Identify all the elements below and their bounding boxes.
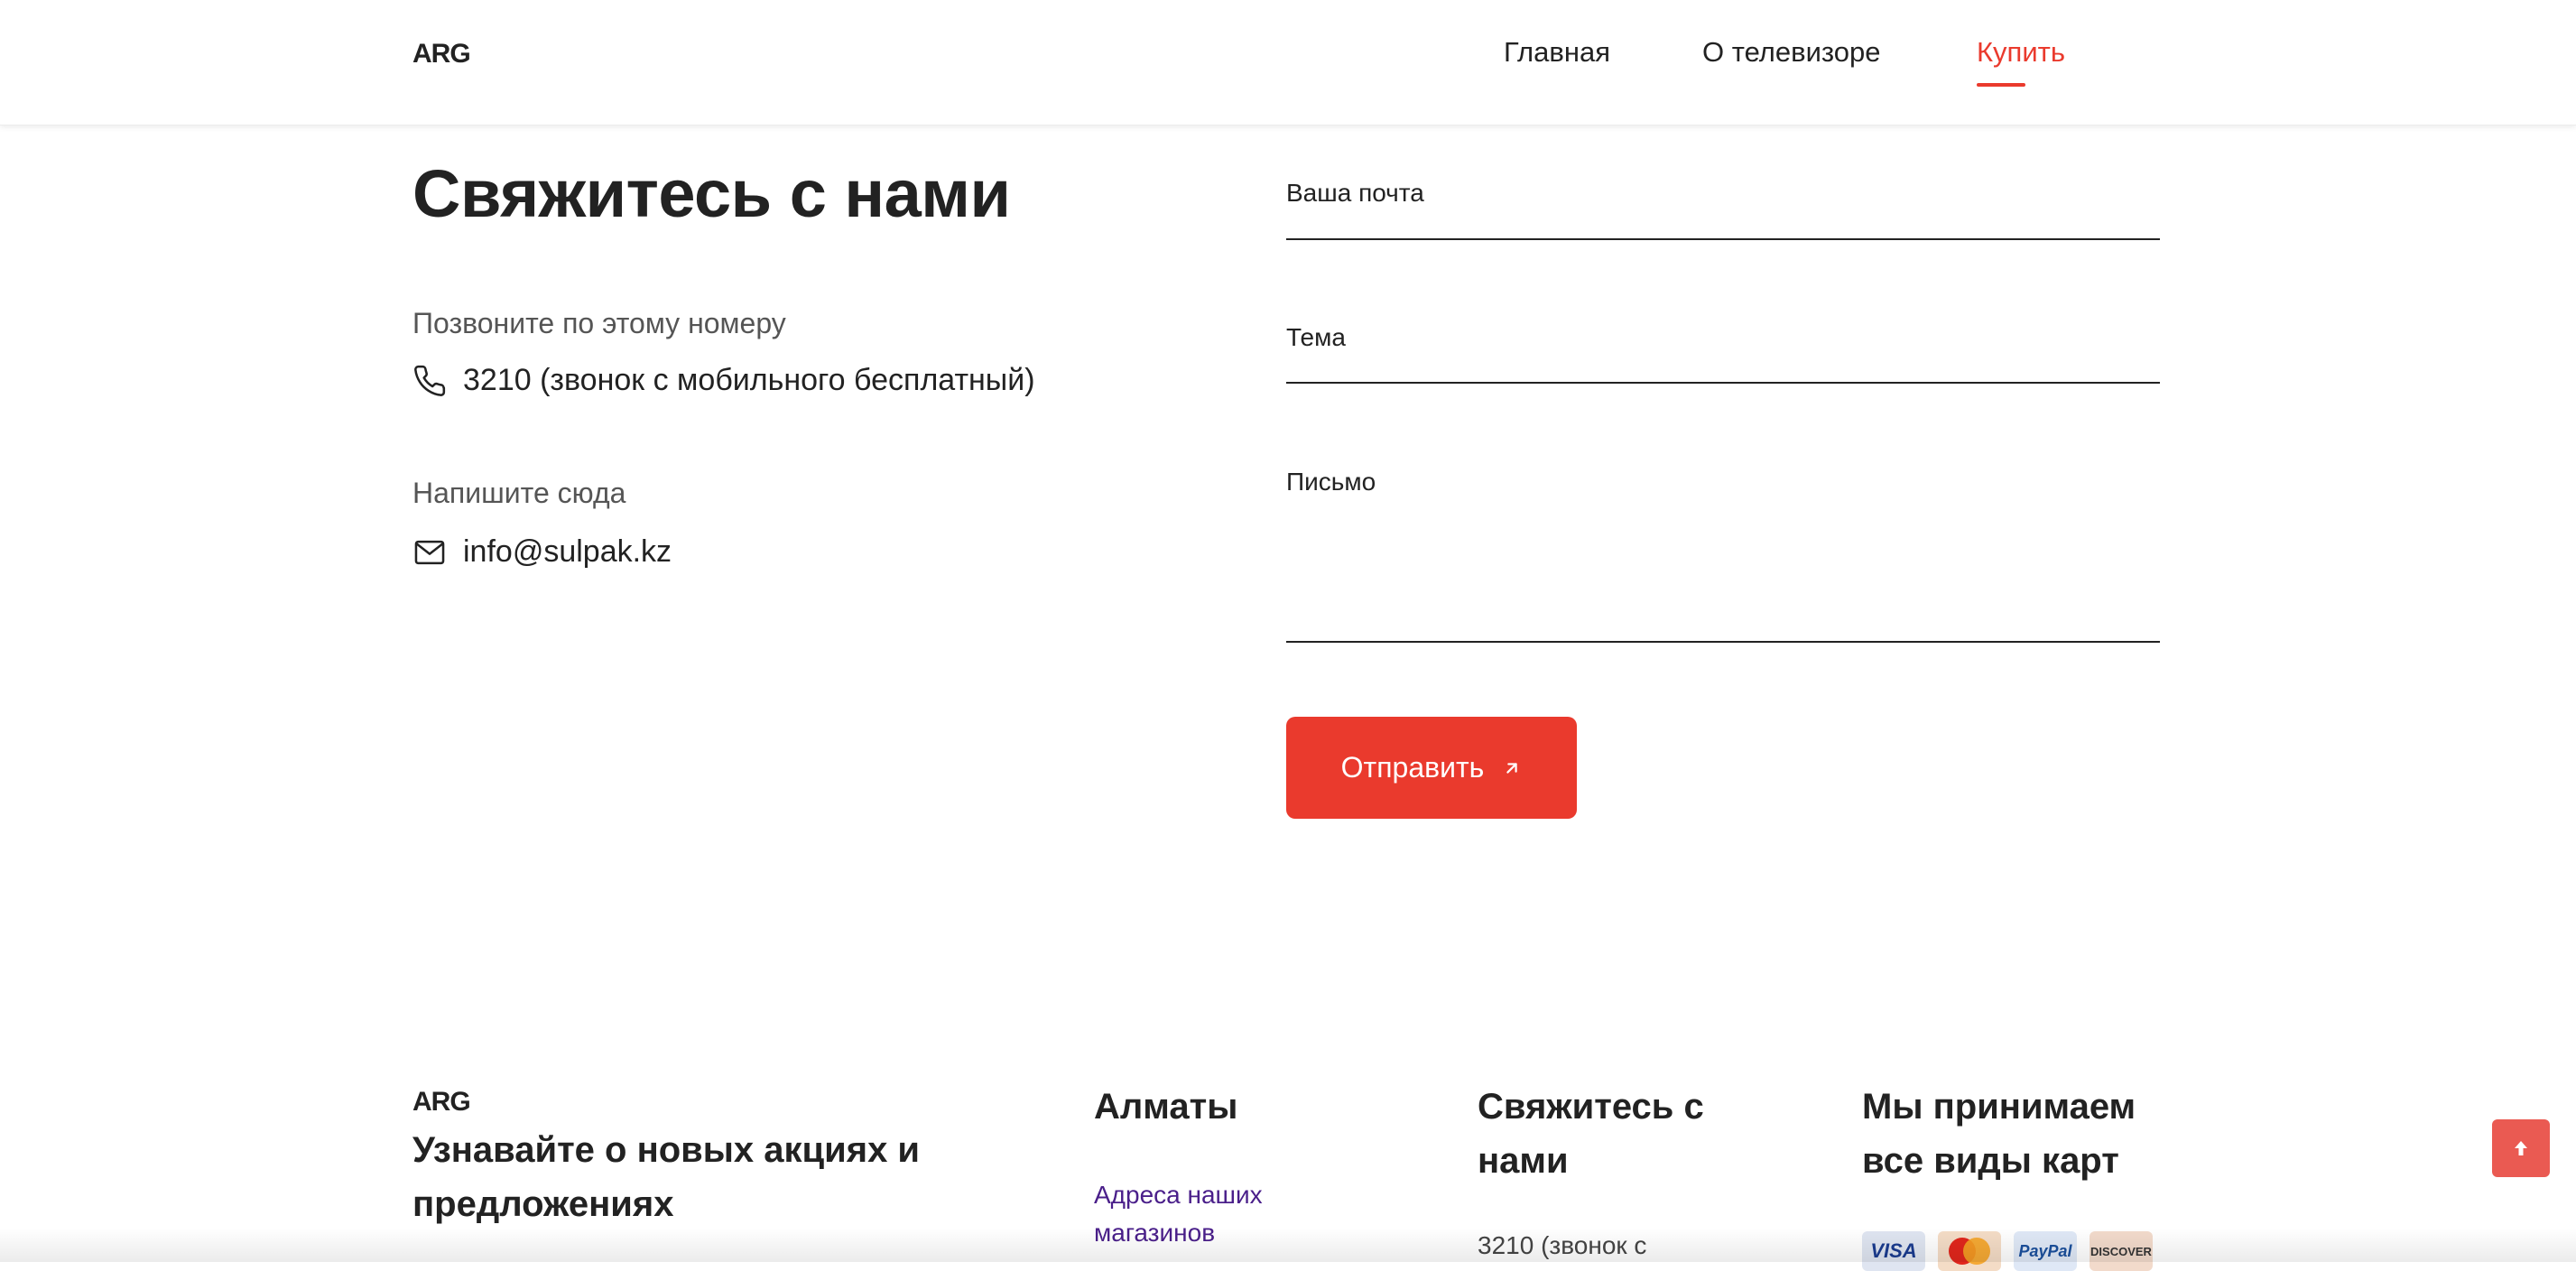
email-field[interactable] [1286,176,2164,232]
nav-about-tv[interactable]: О телевизоре [1702,36,1881,69]
footer-contact-phone[interactable]: 3210 (звонок с [1478,1231,1646,1260]
footer-contact-heading: Свяжитесь с нами [1478,1087,1704,1181]
footer-stores-link[interactable]: Адреса наших магазинов [1094,1176,1329,1252]
logo[interactable]: ARG [412,39,471,70]
footer-city-heading: Алматы [1094,1087,1238,1127]
scroll-to-top-button[interactable] [2492,1119,2550,1177]
submit-button-label: Отправить [1340,751,1485,784]
message-field-label: Письмо [1286,468,1376,496]
subject-field-underline [1286,382,2160,384]
discover-card-icon: DISCOVER [2090,1231,2153,1271]
nav-home[interactable]: Главная [1504,36,1610,69]
nav-active-indicator [1977,83,2025,87]
subject-field[interactable] [1286,320,2164,376]
message-field-underline [1286,641,2160,643]
phone-icon [412,364,447,398]
page-title: Свяжитесь с нами [412,156,1011,231]
site-header: ARG Главная О телевизоре Купить [0,0,2576,125]
email-address: info@sulpak.kz [463,534,672,569]
footer-logo[interactable]: ARG [412,1087,471,1118]
email-field-underline [1286,238,2160,240]
arrow-up-icon [2510,1137,2532,1159]
email-row[interactable]: info@sulpak.kz [412,534,672,570]
visa-card-icon: VISA [1862,1231,1925,1271]
email-label: Напишите сюда [412,477,626,509]
phone-label: Позвоните по этому номеру [412,307,786,339]
phone-row[interactable]: 3210 (звонок с мобильного бесплатный) [412,363,1035,398]
mail-icon [412,535,447,570]
footer-subscribe-heading: Узнавайте о новых акциях и предложениях [412,1130,921,1224]
phone-number: 3210 (звонок с мобильного бесплатный) [463,363,1035,397]
footer-cards-heading: Мы принимаем все виды карт [1862,1087,2136,1181]
mastercard-card-icon [1938,1231,2001,1271]
nav-buy[interactable]: Купить [1977,36,2065,69]
submit-button[interactable]: Отправить [1286,717,1577,819]
message-field[interactable] [1286,506,2164,636]
paypal-card-icon: PayPal [2014,1231,2077,1271]
arrow-up-right-icon [1502,758,1522,778]
payment-cards: VISA PayPal DISCOVER [1862,1231,2153,1271]
